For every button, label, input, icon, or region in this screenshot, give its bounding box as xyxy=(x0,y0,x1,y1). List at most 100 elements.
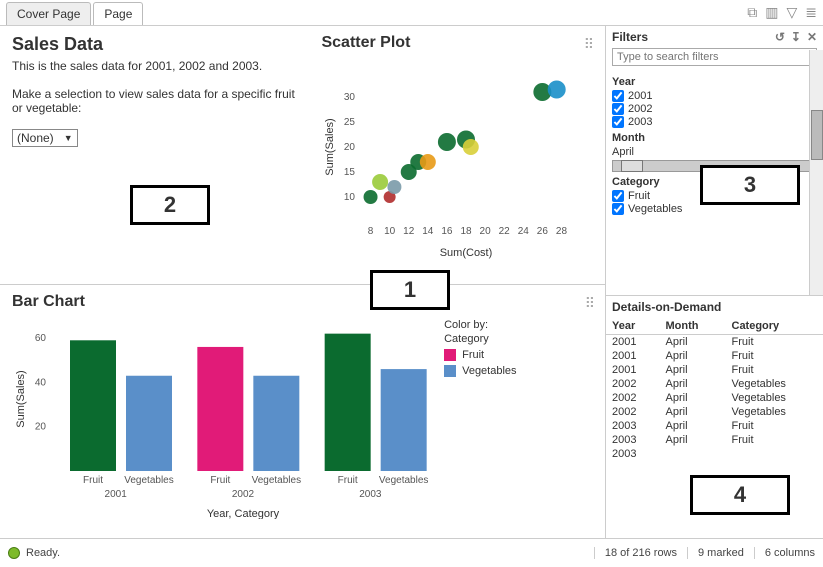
svg-text:22: 22 xyxy=(499,226,511,237)
svg-text:40: 40 xyxy=(35,377,47,388)
bar-menu-icon[interactable]: ⠿ xyxy=(585,295,596,312)
details-table[interactable]: YearMonthCategory 2001AprilFruit2001Apri… xyxy=(606,318,823,461)
filters-title: Filters xyxy=(612,30,648,44)
month-filter-label: Month xyxy=(612,132,645,144)
svg-text:60: 60 xyxy=(35,333,47,344)
table-row[interactable]: 2003AprilFruit xyxy=(606,433,823,447)
table-row[interactable]: 2003AprilFruit xyxy=(606,419,823,433)
svg-text:20: 20 xyxy=(480,226,492,237)
chart-icon[interactable]: ⧉ xyxy=(747,4,757,21)
year-checkbox-2001[interactable] xyxy=(612,90,624,102)
pin-icon[interactable]: ↧ xyxy=(791,30,801,44)
scatter-title: Scatter Plot xyxy=(321,34,593,52)
col-category[interactable]: Category xyxy=(726,318,823,335)
svg-text:14: 14 xyxy=(423,226,435,237)
svg-text:Vegetables: Vegetables xyxy=(252,475,302,486)
bar-legend: Color by: Category Fruit Vegetables xyxy=(436,319,594,519)
svg-text:16: 16 xyxy=(442,226,454,237)
svg-text:26: 26 xyxy=(537,226,549,237)
panel-icon[interactable]: ▥ xyxy=(765,4,778,21)
scatter-chart[interactable]: 8101214161820222426281015202530Sum(Cost)… xyxy=(321,62,581,262)
toolbar-icons: ⧉ ▥ ▽ ≣ xyxy=(747,4,817,25)
svg-text:8: 8 xyxy=(368,226,374,237)
svg-text:10: 10 xyxy=(385,226,397,237)
table-row[interactable]: 2002AprilVegetables xyxy=(606,377,823,391)
legend-title: Color by: xyxy=(444,319,594,331)
filters-panel: Filters ↺ ↧ ✕ Year 200120022003 Month Ap… xyxy=(606,26,823,296)
undo-icon[interactable]: ↺ xyxy=(775,30,785,44)
table-row[interactable]: 2002AprilVegetables xyxy=(606,405,823,419)
svg-text:Vegetables: Vegetables xyxy=(124,475,174,486)
scatter-panel: Scatter Plot ⠿ 8 10 12 14 16 18 20 22 24 26 28 10 15… xyxy=(309,26,605,284)
bar-chart[interactable]: 204060Sum(Sales)FruitVegetables2001Fruit… xyxy=(12,319,436,519)
svg-text:Year, Category: Year, Category xyxy=(207,508,280,519)
close-icon[interactable]: ✕ xyxy=(807,30,817,44)
status-rows: 18 of 216 rows xyxy=(594,547,677,559)
svg-text:30: 30 xyxy=(344,92,356,103)
svg-text:Fruit: Fruit xyxy=(210,475,230,486)
legend-subtitle: Category xyxy=(444,333,594,345)
svg-text:12: 12 xyxy=(404,226,416,237)
filter-icon[interactable]: ▽ xyxy=(786,4,797,21)
list-icon[interactable]: ≣ xyxy=(805,4,817,21)
status-bar: Ready. 18 of 216 rows 9 marked 6 columns xyxy=(0,538,823,566)
swatch-icon xyxy=(444,365,456,377)
svg-text:Fruit: Fruit xyxy=(338,475,358,486)
table-row[interactable]: 2003 xyxy=(606,447,823,461)
bar-panel: Bar Chart ⠿ 20 40 60 Sum(Sales) Fruit Vegetab… xyxy=(0,285,606,538)
swatch-icon xyxy=(444,349,456,361)
bar-title: Bar Chart xyxy=(12,293,594,311)
status-dot-icon xyxy=(8,547,20,559)
scatter-menu-icon[interactable]: ⠿ xyxy=(584,36,595,53)
col-month[interactable]: Month xyxy=(660,318,726,335)
dropdown-value: (None) xyxy=(17,131,54,145)
status-ready: Ready. xyxy=(26,547,60,559)
legend-item-vegetables[interactable]: Vegetables xyxy=(444,365,594,377)
svg-text:Sum(Sales): Sum(Sales) xyxy=(324,118,336,175)
svg-text:15: 15 xyxy=(344,167,356,178)
svg-text:2001: 2001 xyxy=(105,489,128,500)
svg-text:28: 28 xyxy=(556,226,568,237)
status-marked: 9 marked xyxy=(687,547,744,559)
svg-text:2003: 2003 xyxy=(359,489,382,500)
category-checkbox-vegetables[interactable] xyxy=(612,203,624,215)
sales-data-prompt: Make a selection to view sales data for … xyxy=(12,87,297,115)
legend-item-fruit[interactable]: Fruit xyxy=(444,349,594,361)
details-title: Details-on-Demand xyxy=(606,296,823,318)
table-row[interactable]: 2002AprilVegetables xyxy=(606,391,823,405)
table-row[interactable]: 2001AprilFruit xyxy=(606,335,823,350)
category-checkbox-fruit[interactable] xyxy=(612,190,624,202)
svg-text:10: 10 xyxy=(344,192,356,203)
year-option-2001[interactable]: 2001 xyxy=(612,90,817,102)
selection-dropdown[interactable]: (None) xyxy=(12,129,78,147)
year-checkbox-2003[interactable] xyxy=(612,116,624,128)
tab-page[interactable]: Page xyxy=(93,2,143,25)
sales-data-title: Sales Data xyxy=(12,34,297,55)
callout-3: 3 xyxy=(700,165,800,205)
svg-text:Sum(Cost): Sum(Cost) xyxy=(440,247,493,259)
table-row[interactable]: 2001AprilFruit xyxy=(606,349,823,363)
col-year[interactable]: Year xyxy=(606,318,660,335)
year-filter-label: Year xyxy=(612,76,817,88)
svg-text:24: 24 xyxy=(518,226,530,237)
status-cols: 6 columns xyxy=(754,547,815,559)
svg-text:20: 20 xyxy=(35,422,47,433)
table-row[interactable]: 2001AprilFruit xyxy=(606,363,823,377)
svg-text:18: 18 xyxy=(461,226,473,237)
svg-text:Sum(Sales): Sum(Sales) xyxy=(15,370,27,427)
svg-text:Vegetables: Vegetables xyxy=(379,475,429,486)
year-option-2002[interactable]: 2002 xyxy=(612,103,817,115)
svg-text:Fruit: Fruit xyxy=(83,475,103,486)
filters-scrollbar[interactable] xyxy=(809,50,823,295)
callout-4: 4 xyxy=(690,475,790,515)
svg-text:2002: 2002 xyxy=(232,489,255,500)
filter-search-input[interactable] xyxy=(612,48,817,66)
callout-1: 1 xyxy=(370,270,450,310)
year-checkbox-2002[interactable] xyxy=(612,103,624,115)
svg-text:25: 25 xyxy=(344,117,356,128)
month-value: April xyxy=(612,146,817,158)
tab-cover-page[interactable]: Cover Page xyxy=(6,2,91,25)
year-option-2003[interactable]: 2003 xyxy=(612,116,817,128)
tab-bar: Cover Page Page ⧉ ▥ ▽ ≣ xyxy=(0,0,823,26)
callout-2: 2 xyxy=(130,185,210,225)
